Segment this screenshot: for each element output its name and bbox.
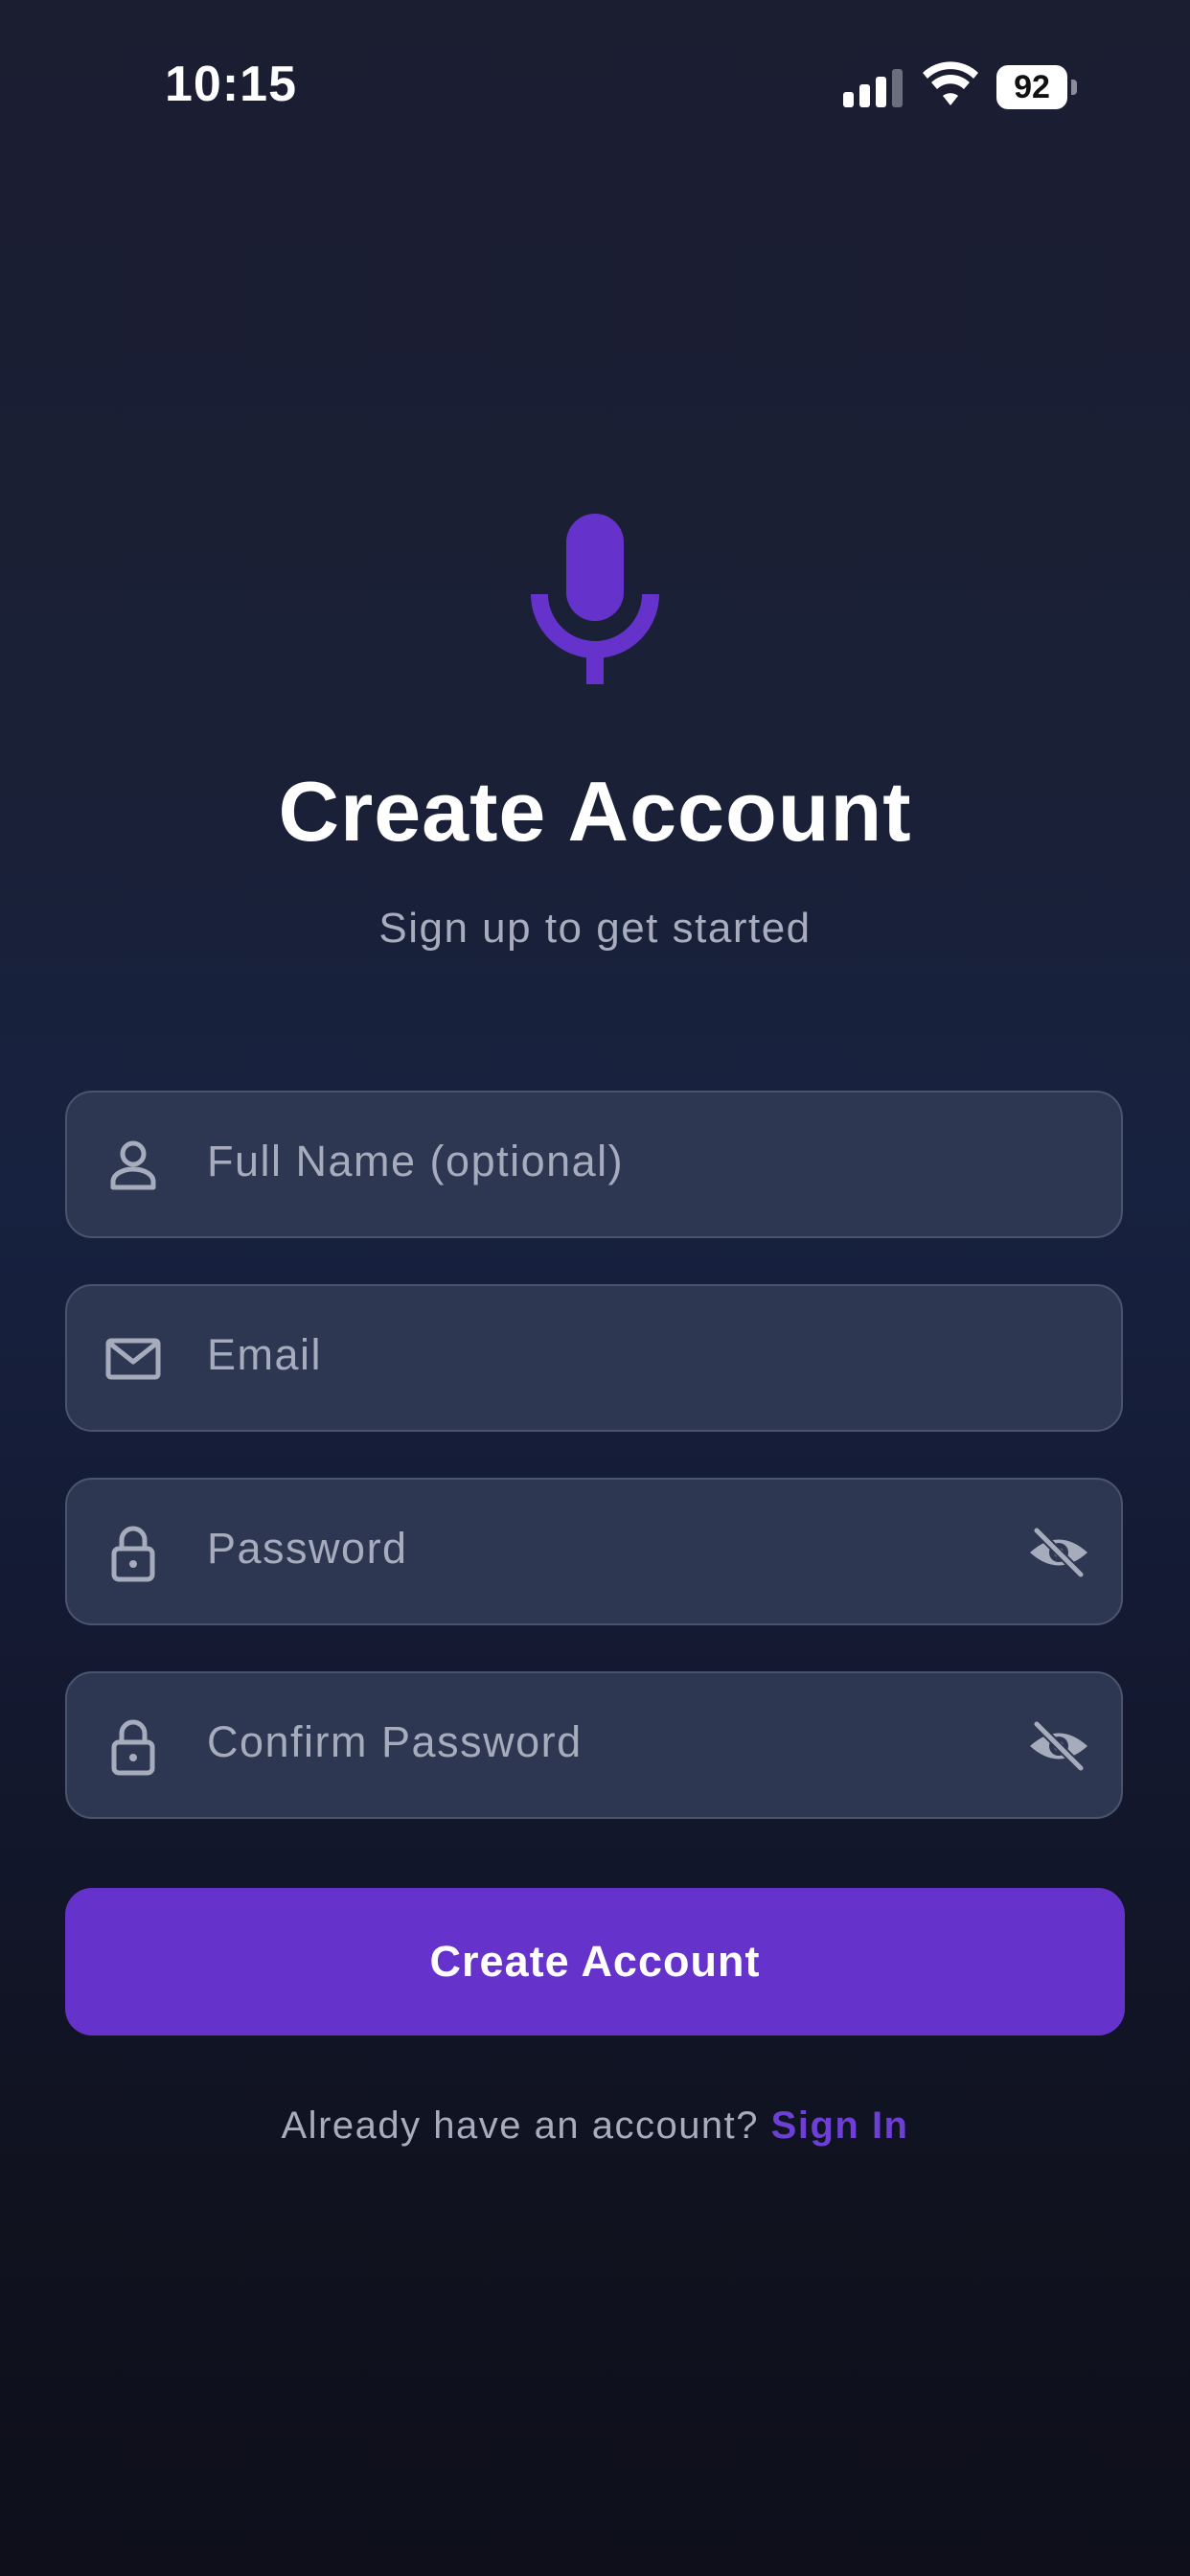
password-input[interactable]: Password	[207, 1524, 987, 1574]
email-input[interactable]: Email	[207, 1330, 987, 1380]
battery-level: 92	[1014, 68, 1050, 105]
email-field[interactable]: Email	[65, 1284, 1123, 1432]
page-subtitle: Sign up to get started	[378, 905, 812, 952]
lock-icon	[111, 1719, 155, 1776]
full-name-field[interactable]: Full Name (optional)	[65, 1091, 1123, 1238]
status-time: 10:15	[165, 57, 297, 112]
person-icon	[110, 1140, 156, 1190]
wifi-icon	[923, 61, 978, 105]
status-bar: 10:15 92	[0, 0, 1190, 172]
page-title: Create Account	[278, 764, 912, 859]
eye-off-icon[interactable]	[1027, 1523, 1090, 1582]
sign-in-prompt-text: Already have an account?	[281, 2104, 760, 2147]
envelope-icon	[105, 1338, 161, 1380]
sign-in-link[interactable]: Sign In	[771, 2104, 909, 2147]
microphone-icon	[531, 514, 659, 684]
eye-off-icon[interactable]	[1027, 1716, 1090, 1776]
confirm-password-field[interactable]: Confirm Password	[65, 1671, 1123, 1819]
sign-in-prompt: Already have an account? Sign In	[0, 2104, 1190, 2148]
lock-icon	[111, 1526, 155, 1582]
full-name-input[interactable]: Full Name (optional)	[207, 1137, 987, 1186]
signal-icon	[843, 67, 904, 107]
password-field[interactable]: Password	[65, 1478, 1123, 1625]
confirm-password-input[interactable]: Confirm Password	[207, 1717, 987, 1767]
battery-icon: 92	[996, 65, 1077, 109]
create-account-button[interactable]: Create Account	[65, 1888, 1125, 2036]
